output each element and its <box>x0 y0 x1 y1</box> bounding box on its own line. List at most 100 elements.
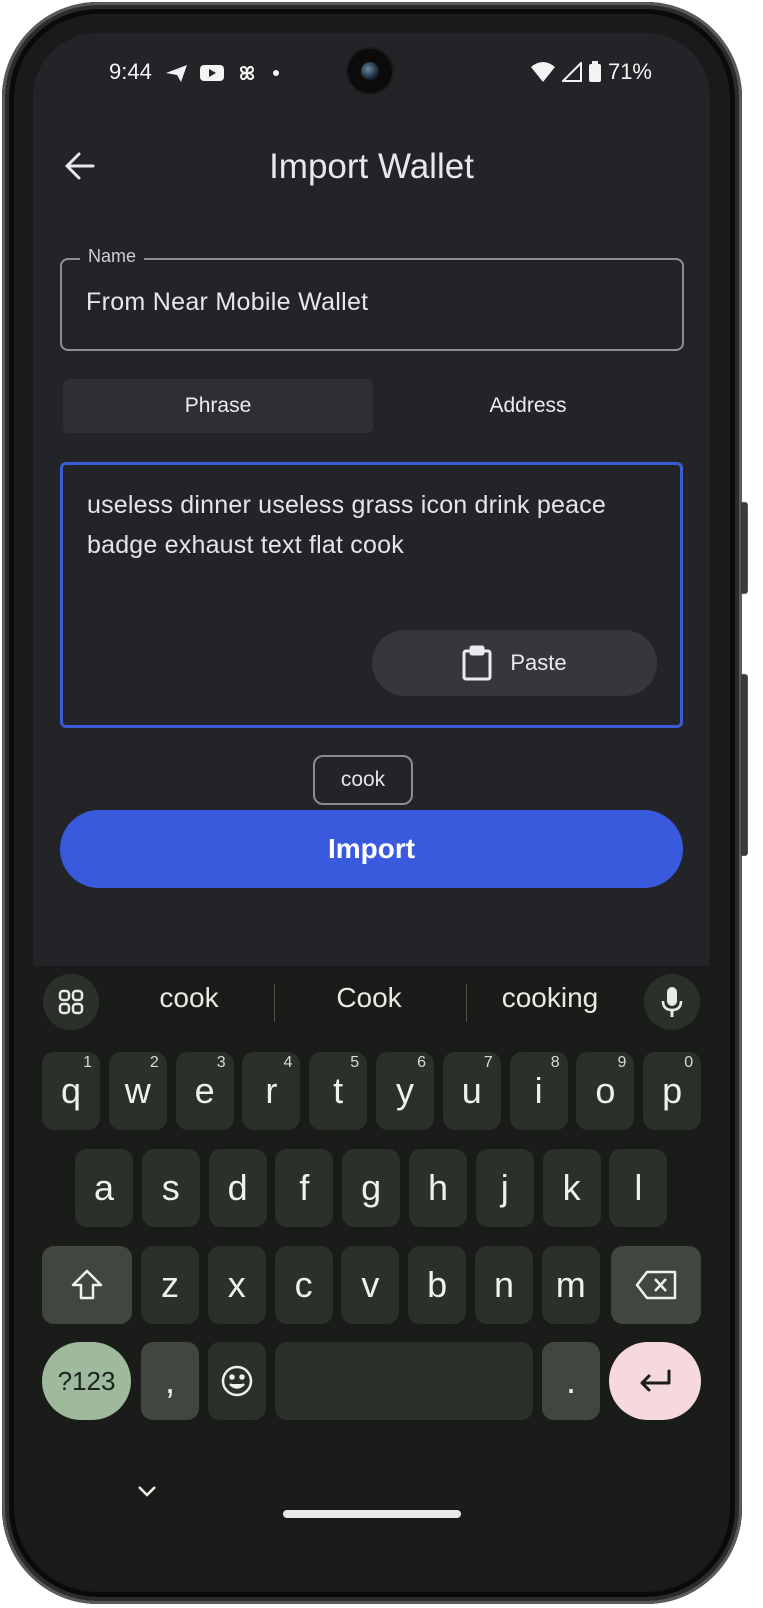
page-title: Import Wallet <box>269 147 474 186</box>
home-indicator[interactable] <box>283 1510 461 1518</box>
youtube-icon <box>200 65 224 81</box>
key-z[interactable]: z <box>141 1246 199 1324</box>
key-b[interactable]: b <box>408 1246 467 1324</box>
key-label: i <box>534 1070 543 1111</box>
shift-key[interactable] <box>42 1246 132 1324</box>
emoji-key[interactable] <box>208 1342 266 1420</box>
key-t[interactable]: t5 <box>309 1052 368 1130</box>
voice-input-button[interactable] <box>644 974 700 1030</box>
key-number-hint: 9 <box>617 1054 627 1071</box>
name-field[interactable]: Name From Near Mobile Wallet <box>60 246 684 351</box>
battery-percent: 71% <box>607 59 652 84</box>
front-camera <box>348 49 392 93</box>
key-number-hint: 3 <box>216 1054 226 1071</box>
space-key[interactable] <box>275 1342 533 1420</box>
phrase-input-value[interactable]: useless dinner useless grass icon drink … <box>87 485 660 565</box>
key-a[interactable]: a <box>75 1149 133 1227</box>
suggestion-1[interactable]: cook <box>99 982 279 1014</box>
key-number-hint: 8 <box>550 1054 560 1071</box>
key-label: o <box>595 1070 616 1111</box>
keyboard: cook Cook cooking ?123 , . q 1 w 2 e 3 r… <box>33 966 710 1531</box>
notification-icons <box>165 61 283 85</box>
key-x[interactable]: x <box>207 1246 266 1324</box>
key-label: q <box>60 1070 82 1111</box>
key-number-hint: 0 <box>684 1054 694 1071</box>
key-label: t <box>333 1070 344 1111</box>
key-label: e <box>194 1070 215 1111</box>
status-bar: 9:44 71% <box>33 33 710 113</box>
key-h[interactable]: h <box>409 1149 467 1227</box>
key-m[interactable]: m <box>541 1246 600 1324</box>
shift-icon <box>71 1269 103 1300</box>
suggestion-3[interactable]: cooking <box>460 982 640 1014</box>
key-label: y <box>396 1070 414 1111</box>
key-d[interactable]: d <box>208 1149 267 1227</box>
word-suggestion-chip[interactable]: cook <box>313 755 413 805</box>
key-v[interactable]: v <box>341 1246 400 1324</box>
screen: 9:44 71% Import Wallet Name From Near Mo… <box>33 33 710 1531</box>
clipboard-icon <box>462 645 492 681</box>
volume-button <box>740 674 748 856</box>
wifi-icon <box>530 62 555 82</box>
backspace-icon <box>635 1270 677 1300</box>
key-l[interactable]: l <box>609 1149 668 1227</box>
comma-key[interactable]: , <box>141 1342 199 1420</box>
tab-address[interactable]: Address <box>373 379 683 433</box>
key-number-hint: 7 <box>483 1054 493 1071</box>
pinwheel-icon <box>239 65 255 81</box>
app-bar: Import Wallet <box>33 133 710 199</box>
key-label: w <box>124 1070 151 1111</box>
key-w[interactable]: w2 <box>108 1052 167 1130</box>
key-number-hint: 6 <box>417 1054 426 1071</box>
dot-icon <box>273 70 279 76</box>
enter-key[interactable] <box>609 1342 701 1420</box>
tab-phrase[interactable]: Phrase <box>63 379 373 433</box>
key-s[interactable]: s <box>141 1149 200 1227</box>
key-label: r <box>265 1070 278 1111</box>
key-k[interactable]: k <box>542 1149 601 1227</box>
key-number-hint: 1 <box>83 1054 92 1071</box>
key-number-hint: 5 <box>350 1054 360 1071</box>
system-icons: 71% <box>530 59 652 85</box>
key-i[interactable]: i8 <box>509 1052 568 1130</box>
key-e[interactable]: e3 <box>175 1052 234 1130</box>
key-number-hint: 2 <box>149 1054 159 1071</box>
key-f[interactable]: f <box>275 1149 334 1227</box>
cellular-icon <box>561 62 582 82</box>
key-u[interactable]: u7 <box>442 1052 501 1130</box>
phone-frame: 9:44 71% Import Wallet Name From Near Mo… <box>2 2 748 1604</box>
paste-button-label: Paste <box>510 650 567 675</box>
key-p[interactable]: p0 <box>643 1052 702 1130</box>
key-j[interactable]: j <box>475 1149 534 1227</box>
key-g[interactable]: g <box>342 1149 401 1227</box>
key-c[interactable]: c <box>274 1246 333 1324</box>
key-number-hint: 4 <box>283 1054 293 1071</box>
chevron-down-icon[interactable] <box>136 1484 158 1498</box>
apps-button[interactable] <box>43 974 99 1030</box>
enter-icon <box>640 1369 671 1392</box>
paste-button[interactable]: Paste <box>372 630 657 696</box>
name-field-label: Name <box>80 246 145 267</box>
period-key[interactable]: . <box>542 1342 600 1420</box>
phrase-input[interactable]: useless dinner useless grass icon drink … <box>60 462 683 728</box>
key-q[interactable]: q1 <box>42 1052 100 1130</box>
backspace-key[interactable] <box>611 1246 701 1324</box>
import-button[interactable]: Import <box>60 810 683 888</box>
microphone-icon <box>661 987 683 1017</box>
key-n[interactable]: n <box>475 1246 533 1324</box>
status-time: 9:44 <box>109 59 152 84</box>
symbols-key[interactable]: ?123 <box>42 1342 131 1420</box>
suggestion-strip: cook Cook cooking <box>33 966 710 1040</box>
battery-icon <box>588 61 601 82</box>
key-label: u <box>461 1070 482 1111</box>
name-field-value[interactable]: From Near Mobile Wallet <box>86 288 368 317</box>
emoji-icon <box>221 1365 253 1397</box>
suggestion-2[interactable]: Cook <box>279 982 459 1014</box>
power-button <box>740 502 748 594</box>
key-y[interactable]: y6 <box>376 1052 434 1130</box>
grid-icon <box>58 989 84 1015</box>
key-r[interactable]: r4 <box>242 1052 301 1130</box>
key-o[interactable]: o9 <box>576 1052 635 1130</box>
telegram-icon <box>166 65 187 82</box>
import-type-tabs: Phrase Address <box>63 379 683 433</box>
